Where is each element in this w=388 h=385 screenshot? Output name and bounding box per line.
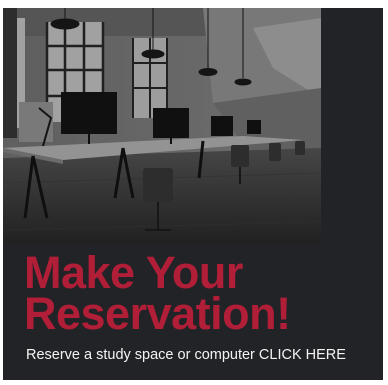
reserve-link[interactable]: Reserve a study space or computer CLICK …: [26, 346, 346, 364]
office-photo: [3, 8, 321, 244]
headline-line-1: Make Your: [24, 247, 243, 298]
reservation-banner[interactable]: Make Your Reservation! Reserve a study s…: [3, 8, 383, 380]
headline-line-2: Reservation!: [24, 288, 291, 339]
headline: Make Your Reservation!: [24, 247, 291, 339]
